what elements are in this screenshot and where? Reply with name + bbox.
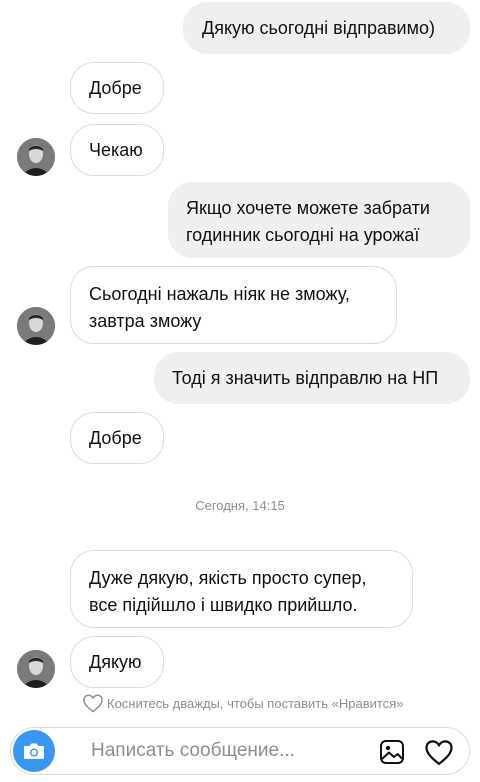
message-text: Дякую [89,651,142,672]
avatar[interactable] [17,650,55,688]
message-incoming[interactable]: Добре [70,62,164,114]
like-hint[interactable]: Коснитесь дважды, чтобы поставить «Нрави… [82,691,403,715]
message-text: Тоді я значить відправлю на НП [172,367,439,388]
message-text: Добре [89,427,142,448]
camera-button[interactable] [13,730,55,772]
message-line: завтра зможу [89,311,202,331]
timestamp: Сегодня, 14:15 [195,498,285,513]
gallery-icon [380,740,404,764]
message-line: Якщо хочете можете забрати [186,198,430,218]
message-line: все підійшло і швидко прийшло. [89,595,358,615]
message-incoming[interactable]: Дуже дякую, якість просто супер, все під… [70,550,413,628]
message-outgoing[interactable]: Тоді я значить відправлю на НП [154,352,470,404]
heart-outline-icon [83,694,103,713]
message-line: Сьогодні нажаль ніяк не зможу, [89,284,350,304]
message-incoming[interactable]: Чекаю [70,124,164,176]
message-line: Дуже дякую, якість просто супер, [89,568,367,588]
message-incoming[interactable]: Сьогодні нажаль ніяк не зможу, завтра зм… [70,266,397,344]
avatar[interactable] [17,138,55,176]
message-outgoing[interactable]: Якщо хочете можете забрати годинник сьог… [168,182,470,258]
message-text: Добре [89,77,142,98]
message-composer [10,727,470,775]
message-input[interactable] [91,737,351,765]
avatar[interactable] [17,307,55,345]
message-text: Дякую сьогодні відправимо) [202,17,435,38]
message-incoming[interactable]: Дякую [70,636,164,688]
like-button[interactable] [424,738,454,766]
message-text: Чекаю [89,139,143,160]
message-line: годинник сьогодні на урожаї [186,225,420,245]
gallery-button[interactable] [379,739,405,765]
heart-icon [425,740,453,766]
camera-icon [24,743,44,759]
message-outgoing[interactable]: Дякую сьогодні відправимо) [183,2,470,54]
message-incoming[interactable]: Добре [70,412,164,464]
like-hint-text: Коснитесь дважды, чтобы поставить «Нрави… [107,695,404,711]
